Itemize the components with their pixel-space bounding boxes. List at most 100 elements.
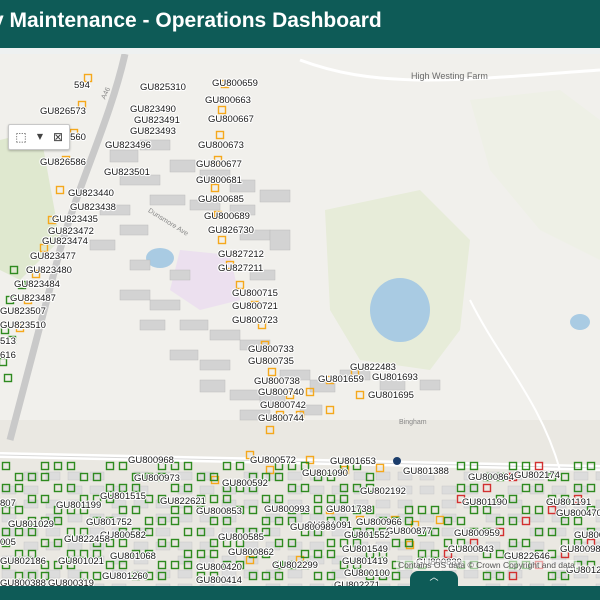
asset-id-label: GU823477 <box>30 251 76 262</box>
building <box>507 485 523 495</box>
building <box>573 471 589 481</box>
asset-id-label: GU801653 <box>330 456 376 467</box>
asset-id-label: GU823501 <box>104 167 150 178</box>
app-footer <box>0 586 600 600</box>
asset-id-label: GU801419 <box>342 556 388 567</box>
building <box>529 513 545 523</box>
map-canvas[interactable]: 594 GU825310 GU800659 GU800663 GU826573 GU823… <box>0 54 600 586</box>
asset-id-label: GU800843 <box>448 544 494 555</box>
building <box>551 569 567 579</box>
asset-id-label: GU800744 <box>258 413 304 424</box>
asset-id-label: GU800470 <box>556 508 600 519</box>
asset-id-label: GU800673 <box>198 140 244 151</box>
building <box>1 569 17 579</box>
place-label: High Westing Farm <box>411 71 488 81</box>
building <box>199 359 231 371</box>
asset-id-label: GU801693 <box>372 372 418 383</box>
asset-id-label: GU801190 <box>462 497 507 508</box>
building <box>169 159 196 173</box>
building <box>269 229 291 251</box>
building <box>67 513 83 523</box>
asset-id-label: GU801199 <box>56 500 101 511</box>
asset-id-label: GU800667 <box>208 114 254 125</box>
building <box>109 149 139 163</box>
map-view[interactable]: 594 GU825310 GU800659 GU800663 GU826573 GU823… <box>0 54 600 586</box>
chevron-up-icon[interactable]: ︿ <box>410 571 458 586</box>
asset-id-label: GU800677 <box>196 159 242 170</box>
asset-id-label: GU802174 <box>514 470 560 481</box>
building <box>419 379 441 391</box>
building <box>149 194 186 206</box>
building <box>287 471 303 481</box>
asset-id-label: GU823487 <box>10 293 56 304</box>
clear-selection-icon[interactable]: ⊠ <box>49 128 67 146</box>
chevron-down-icon[interactable]: ▼ <box>31 128 49 146</box>
page-title: y Maintenance - Operations Dashboard <box>0 9 382 32</box>
asset-id-label: GU801090 <box>302 468 348 479</box>
asset-id-label: GU823440 <box>68 188 114 199</box>
building <box>177 569 193 579</box>
building <box>199 379 226 393</box>
asset-id-label: GU800659 <box>212 78 258 89</box>
asset-id-label: GU800959 <box>454 528 500 539</box>
asset-id-label: GU800980 <box>560 544 600 555</box>
asset-id-label: GU800592 <box>222 478 268 489</box>
asset-id-label: 616 <box>0 350 16 361</box>
building <box>155 527 171 537</box>
asset-id-label: GU800663 <box>205 95 251 106</box>
building <box>179 319 209 331</box>
location-pin-icon[interactable] <box>393 457 401 465</box>
asset-id-label: GU800572 <box>250 455 296 466</box>
building <box>375 471 391 481</box>
building <box>309 541 325 551</box>
asset-id-label: GU800388 <box>0 578 46 586</box>
asset-id-label: GU822458 <box>64 534 110 545</box>
asset-id-label: GU800414 <box>196 575 242 586</box>
building <box>595 471 600 481</box>
asset-id-label: GU823435 <box>52 214 98 225</box>
building <box>177 471 193 481</box>
building <box>139 319 166 331</box>
asset-id-label: GU826573 <box>40 106 86 117</box>
asset-id-label: GU800877 <box>386 526 432 537</box>
pond-east <box>570 314 590 330</box>
asset-id-label: GU823480 <box>26 265 72 276</box>
asset-id-label: GU800864 <box>468 472 514 483</box>
asset-id-label: GU801549 <box>342 544 388 555</box>
building <box>199 485 215 495</box>
asset-id-label: GU801695 <box>368 390 414 401</box>
building <box>133 541 149 551</box>
building <box>209 329 241 341</box>
asset-id-label: GU800420 <box>196 562 242 573</box>
building <box>119 224 149 236</box>
asset-id-label: GU802192 <box>360 486 406 497</box>
reservoir <box>370 278 430 342</box>
asset-id-label: 005 <box>0 537 16 548</box>
building <box>595 499 600 509</box>
asset-id-label: GU800854 <box>574 530 600 541</box>
building <box>23 541 39 551</box>
building <box>485 569 501 579</box>
building <box>463 569 479 579</box>
asset-id-label: GU800585 <box>218 532 264 543</box>
building <box>419 513 435 523</box>
asset-id-label: GU800738 <box>254 376 300 387</box>
select-arrow-icon[interactable]: ⬚ <box>12 128 30 146</box>
asset-id-label: GU800715 <box>232 288 278 299</box>
building <box>287 569 303 579</box>
asset-id-label: GU823510 <box>0 320 46 331</box>
asset-id-label: GU801191 <box>546 497 591 508</box>
building <box>419 541 435 551</box>
building <box>529 541 545 551</box>
asset-id-label: GU823474 <box>42 236 88 247</box>
building <box>441 485 457 495</box>
asset-id-label: GU801738 <box>326 504 372 515</box>
asset-id-label: GU800721 <box>232 301 278 312</box>
asset-id-label: 594 <box>74 80 90 91</box>
asset-id-label: GU823507 <box>0 306 46 317</box>
map-attribution: Contains OS data © Crown Copyright and d… <box>396 560 577 570</box>
asset-id-label: 513 <box>0 336 16 347</box>
building <box>169 349 199 361</box>
asset-id-label: 807 <box>0 498 16 509</box>
asset-id-label: GU823438 <box>70 202 116 213</box>
